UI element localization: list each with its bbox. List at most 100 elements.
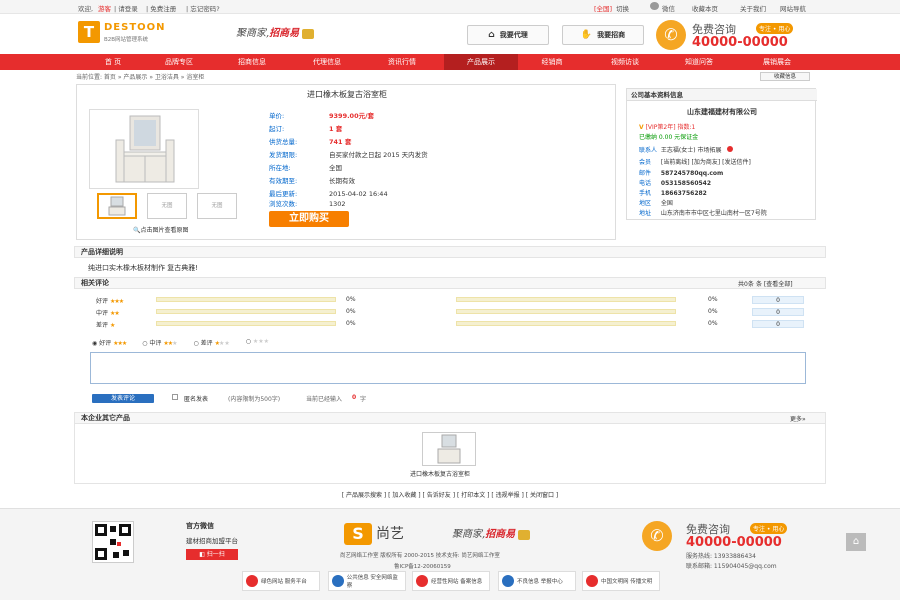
- view-original-link[interactable]: 🔍点击图片查看原图: [133, 225, 189, 234]
- detail-text: 纯进口实木橡木板材制作 复古典雅!: [88, 264, 199, 272]
- review-bad-count: 0: [752, 320, 804, 328]
- footer-consult-phone: 40000-00000: [686, 535, 782, 550]
- sitemap-link[interactable]: 网站导航: [780, 3, 806, 13]
- register-link[interactable]: | 免费注册: [146, 3, 176, 13]
- moq-label: 起订:: [269, 125, 285, 133]
- review-row-good: 好评 ★★★: [96, 296, 124, 305]
- updated-value: 2015-04-02 16:44: [329, 190, 388, 198]
- mobile-value: 18663756282: [660, 190, 707, 197]
- member-actions[interactable]: [当前离线] [加为商友] [发送信件]: [661, 159, 751, 166]
- anonymous-checkbox[interactable]: [172, 394, 178, 400]
- nav-videos[interactable]: 视频访谈: [596, 54, 654, 70]
- radio-bad-label: 差评: [200, 340, 213, 347]
- breadcrumb[interactable]: 当前位置: 首页 » 产品展示 » 卫浴洁具 » 浴室柜: [76, 72, 826, 82]
- wechat-link[interactable]: 微信: [662, 3, 675, 13]
- email-key: 邮件: [639, 170, 652, 177]
- stars-icon: ★★: [163, 340, 173, 347]
- nav-agency[interactable]: 代理信息: [298, 54, 356, 70]
- deposit-text: 已缴纳 0.00 元保证金: [639, 134, 699, 141]
- tel-row: 电话 053158560542: [639, 179, 711, 188]
- footer-slogan-b: 招商易: [485, 529, 516, 540]
- footer-slogan: 聚商家,招商易: [452, 525, 531, 540]
- footer-badge-4[interactable]: 不良信息 举报中心: [498, 571, 576, 591]
- reviews-header: 相关评论: [74, 277, 826, 289]
- contact-key: 联系人: [639, 147, 658, 154]
- nav-qa[interactable]: 知道问答: [670, 54, 728, 70]
- contact-row: 联系人 王志福(女士) 市场拓展: [639, 146, 734, 155]
- review-good-label: 好评: [96, 298, 109, 305]
- radio-bad[interactable]: ○ 差评 ★★★: [193, 338, 229, 347]
- forgot-password-link[interactable]: | 忘记密码?: [186, 3, 220, 13]
- nav-dealers[interactable]: 经销商: [523, 54, 581, 70]
- area-value: 全国: [660, 200, 673, 207]
- nav-brands[interactable]: 品牌专区: [150, 54, 208, 70]
- scan-button[interactable]: ◧ 扫一扫: [186, 549, 238, 560]
- submit-review-button[interactable]: 发表评论: [92, 394, 154, 403]
- guest-user: 游客: [98, 5, 111, 13]
- product-thumb-3[interactable]: 无图: [197, 193, 237, 219]
- back-to-top-button[interactable]: ⌂: [846, 533, 866, 551]
- review-good-bar2: [456, 297, 676, 302]
- moq-value: 1 套: [329, 125, 343, 133]
- footer-badge-5[interactable]: 中国文明网 传播文明: [582, 571, 660, 591]
- badge-icon: [246, 575, 258, 587]
- shield-icon: [416, 575, 428, 587]
- vip-row: V [VIP第2年] 指数:1: [639, 123, 695, 132]
- product-main-image[interactable]: [89, 109, 199, 189]
- radio-none[interactable]: ○ ★★★: [246, 338, 269, 347]
- buy-now-button[interactable]: 立即购买: [269, 211, 349, 227]
- footer-badge-2[interactable]: 公共信息 安全网络监察: [328, 571, 406, 591]
- member-row: 会员 [当前离线] [加为商友] [发送信件]: [639, 158, 751, 167]
- review-mid-bar2: [456, 309, 676, 314]
- other-product-name[interactable]: 进口橡木板复古浴室柜: [410, 469, 470, 478]
- product-thumb-1[interactable]: [97, 193, 137, 219]
- footer-badge-5-label: 中国文明网 传播文明: [601, 579, 653, 585]
- qq-icon[interactable]: [727, 146, 734, 152]
- copyright-text: 尚艺网络工作室 版权所有 2000-2015 技术支持: 尚艺网络工作室: [340, 553, 500, 559]
- nav-expo[interactable]: 展销展会: [745, 54, 809, 70]
- nav-products[interactable]: 产品展示: [444, 54, 518, 70]
- page-tools[interactable]: [ 产品展示搜索 ] [ 加入收藏 ] [ 告诉好友 ] [ 打印本文 ] [ …: [0, 490, 900, 499]
- invest-button[interactable]: ✋ 我要招商: [562, 25, 644, 45]
- stars-icon: ★★★: [109, 298, 124, 305]
- company-panel-title: 公司基本资料信息: [627, 89, 817, 101]
- region-switch[interactable]: 切换: [616, 3, 629, 13]
- product-title: 进口橡木板复古浴室柜: [307, 90, 387, 99]
- review-textarea[interactable]: [90, 352, 806, 384]
- other-product-image[interactable]: [422, 432, 476, 466]
- service-email: 联系邮箱: 115904045@qq.com: [686, 563, 777, 570]
- nav-news[interactable]: 资讯行情: [373, 54, 431, 70]
- review-mid-pct2: 0%: [708, 308, 718, 315]
- bookmark-link[interactable]: 收藏本页: [692, 3, 718, 13]
- views-value: 1302: [329, 200, 346, 208]
- icp-text[interactable]: 鲁ICP备12-20060159: [394, 562, 451, 570]
- more-link[interactable]: 更多»: [790, 414, 806, 423]
- reviews-view-all[interactable]: 条 [查看全部]: [756, 279, 793, 288]
- agent-button[interactable]: ⌂ 我要代理: [467, 25, 549, 45]
- vip-text: [VIP第2年] 指数:1: [645, 124, 696, 131]
- price-label: 单价:: [269, 112, 285, 120]
- cabinet-illustration: [90, 110, 198, 188]
- typed-unit: 字: [360, 396, 367, 403]
- invest-button-label: 我要招商: [597, 31, 626, 39]
- site-logo[interactable]: T DESTOON B2B网站管理系统: [78, 21, 186, 45]
- about-link[interactable]: 关于我们: [740, 3, 766, 13]
- company-name[interactable]: 山东建福建材有限公司: [627, 107, 817, 117]
- login-link[interactable]: | 请登录: [114, 3, 138, 13]
- detail-header: 产品详细说明: [74, 246, 826, 258]
- radio-good[interactable]: ◉ 好评 ★★★: [92, 338, 127, 347]
- radio-mid[interactable]: ○ 中评 ★★★: [142, 338, 177, 347]
- reviews-title: 相关评论: [81, 279, 109, 287]
- review-bad-pct2: 0%: [708, 320, 718, 327]
- footer-badge-1[interactable]: 绿色网站 服务平台: [242, 571, 320, 591]
- nav-investment[interactable]: 招商信息: [223, 54, 281, 70]
- favorite-button[interactable]: 收藏信息: [760, 72, 810, 81]
- report-icon: [502, 575, 514, 587]
- wechat-title: 官方微信: [186, 522, 214, 530]
- footer-badge-3[interactable]: 经营性网站 备案信息: [412, 571, 490, 591]
- stars-icon: ★: [109, 322, 115, 329]
- rating-radios: ◉ 好评 ★★★ ○ 中评 ★★★ ○ 差评 ★★★ ○ ★★★: [92, 338, 269, 347]
- product-thumb-2[interactable]: 无图: [147, 193, 187, 219]
- nav-home[interactable]: 首 页: [76, 54, 150, 70]
- agent-button-label: 我要代理: [499, 31, 528, 39]
